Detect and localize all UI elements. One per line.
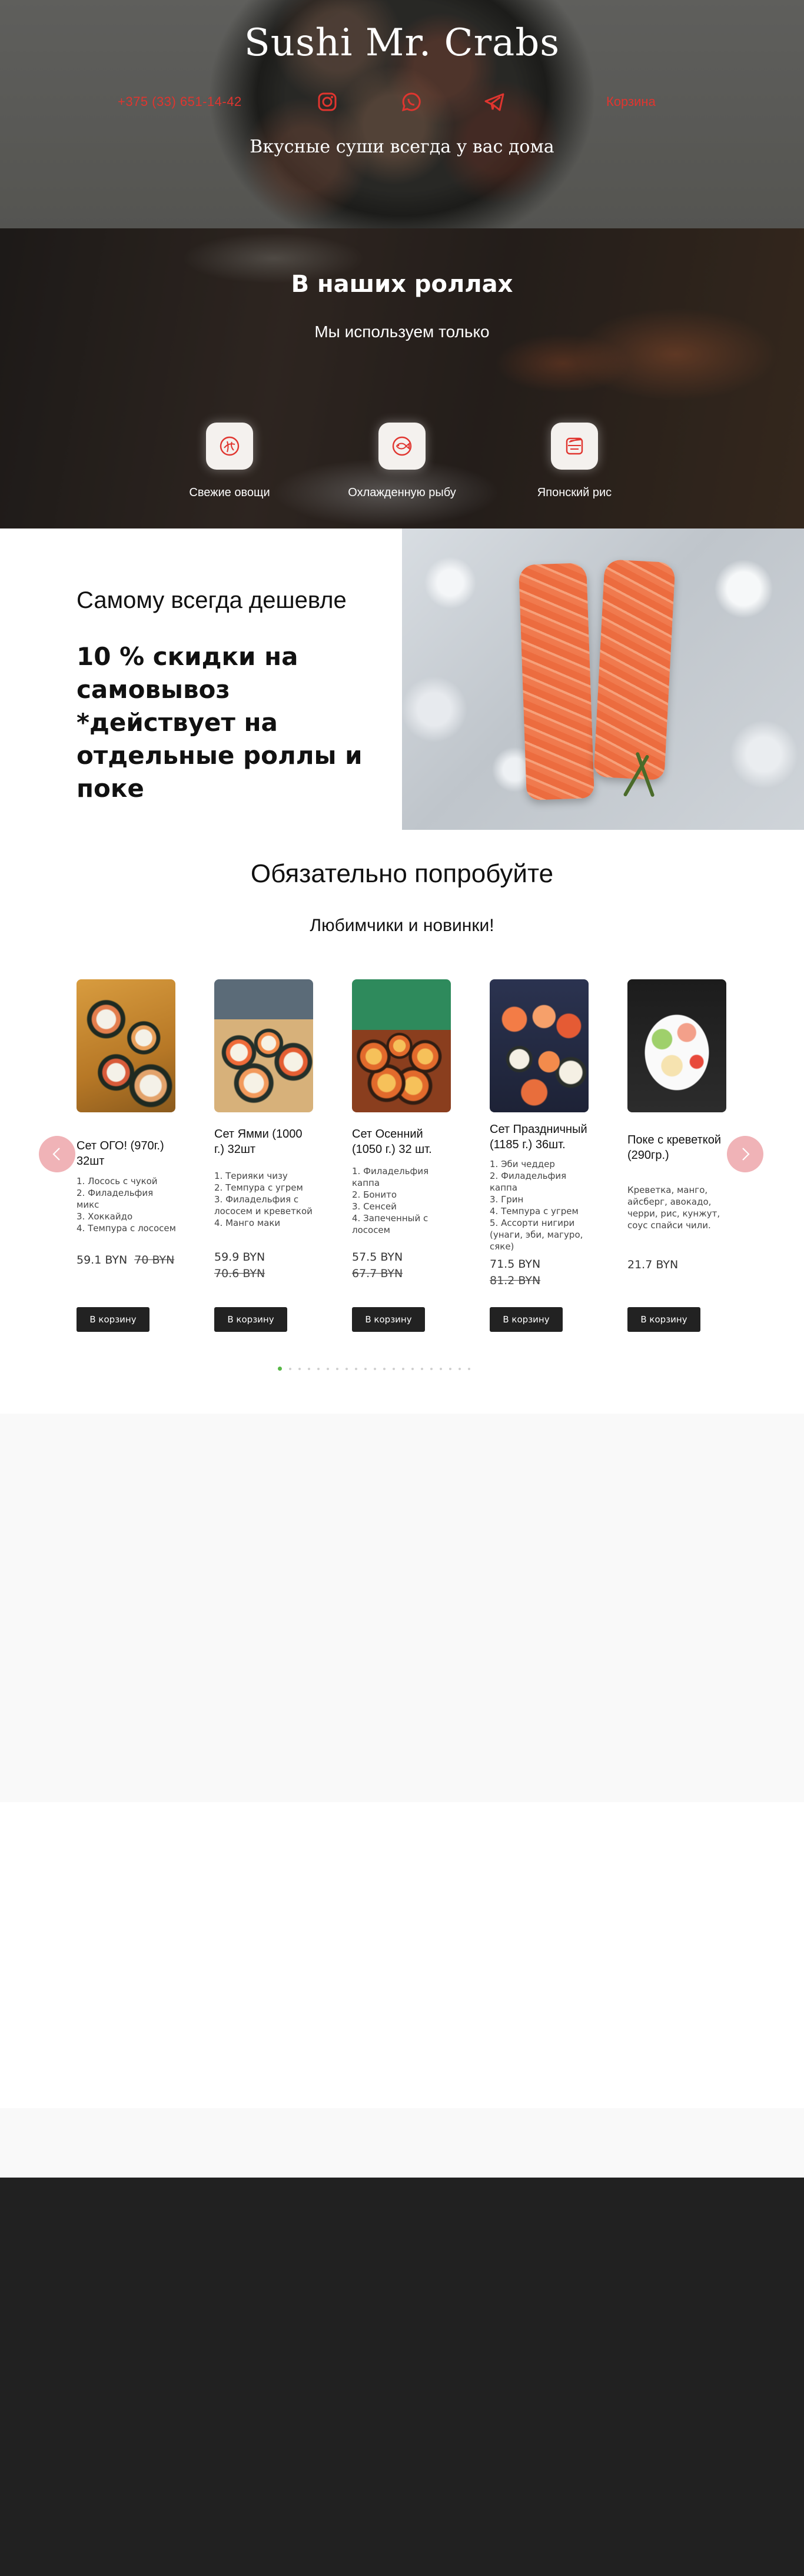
promo-title: Самому всегда дешевле: [77, 587, 347, 613]
product-name: Сет Праздничный (1185 г.) 36шт.: [490, 1123, 587, 1151]
feature-vegetables: Свежие овощи: [165, 423, 294, 500]
carousel-next-button[interactable]: [727, 1136, 763, 1172]
product-price: 59.1 BYN 70 BYN: [77, 1254, 174, 1267]
promo-section: Самому всегда дешевле 10 % скидки на сам…: [0, 529, 804, 830]
feature-label: Японский рис: [537, 486, 612, 499]
add-to-cart-button[interactable]: В корзину: [214, 1307, 287, 1332]
product-description: 1. Терияки чизу 2. Темпура с угрем 3. Фи…: [214, 1171, 313, 1228]
add-to-cart-button[interactable]: В корзину: [352, 1307, 425, 1332]
product-name: Сет Ямми (1000 г.) 32шт: [214, 1128, 303, 1156]
promo-text: 10 % скидки на самовывоз *действует на о…: [77, 642, 363, 803]
carousel-prev-button[interactable]: [39, 1136, 75, 1172]
telegram-icon[interactable]: [481, 88, 508, 115]
price-old: 67.7 BYN: [352, 1267, 403, 1280]
product-name: Сет Осенний (1050 г.) 32 шт.: [352, 1128, 432, 1156]
site-title: Sushi Mr. Crabs: [244, 21, 560, 65]
carousel-dot[interactable]: [298, 1367, 301, 1370]
product-image[interactable]: [77, 979, 175, 1112]
carousel-dot[interactable]: [383, 1367, 386, 1370]
product-name: Сет ОГО! (970г.) 32шт: [77, 1139, 164, 1168]
product-card[interactable]: Сет Праздничный (1185 г.) 36шт. 1. Эби ч…: [490, 979, 590, 1332]
salmon-photo: [402, 529, 804, 830]
carousel-dot[interactable]: [317, 1367, 320, 1370]
empty-section-white: [0, 1802, 804, 2108]
price-old: 81.2 BYN: [490, 1274, 541, 1287]
add-to-cart-button[interactable]: В корзину: [490, 1307, 563, 1332]
phone-link[interactable]: +375 (33) 651-14-42: [118, 94, 242, 109]
product-card[interactable]: Сет Осенний (1050 г.) 32 шт. 1. Филадель…: [352, 979, 452, 1332]
salmon-fillet: [593, 559, 676, 780]
carousel-dots: [278, 1367, 470, 1371]
product-name: Поке с креветкой (290гр.): [627, 1134, 721, 1162]
ingredients-section: В наших роллах Мы используем только Свеж…: [0, 228, 804, 529]
price-current: 21.7 BYN: [627, 1258, 679, 1271]
add-to-cart-button[interactable]: В корзину: [627, 1307, 700, 1332]
feature-label: Свежие овощи: [189, 486, 270, 499]
empty-section-gray-small: [0, 2108, 804, 2178]
carousel-dot[interactable]: [430, 1367, 433, 1370]
carousel-dot[interactable]: [411, 1367, 414, 1370]
product-description: 1. Эби чеддер 2. Филадельфия каппа 3. Гр…: [490, 1159, 583, 1252]
price-current: 59.1 BYN: [77, 1254, 128, 1267]
feature-label: Охлажденную рыбу: [348, 486, 456, 499]
product-description: 1. Филадельфия каппа 2. Бонито 3. Сенсей…: [352, 1166, 429, 1235]
carousel-dot[interactable]: [440, 1367, 442, 1370]
product-image[interactable]: [490, 979, 589, 1112]
price-old: 70 BYN: [134, 1254, 175, 1267]
product-price: 71.5 BYN 81.2 BYN: [490, 1256, 540, 1289]
price-current: 59.9 BYN: [214, 1251, 265, 1264]
cart-link[interactable]: Корзина: [606, 94, 656, 109]
footer: [0, 2178, 804, 2576]
product-price: 21.7 BYN: [627, 1258, 678, 1271]
carousel-dot[interactable]: [308, 1367, 310, 1370]
carousel-dot[interactable]: [364, 1367, 367, 1370]
carousel-dot[interactable]: [289, 1367, 291, 1370]
ingredients-subtitle: Мы используем только: [314, 323, 490, 341]
price-current: 71.5 BYN: [490, 1258, 541, 1271]
rice-bowl-icon: [551, 423, 598, 470]
product-description: Креветка, манго, айсберг, авокадо, черри…: [627, 1185, 720, 1231]
product-image[interactable]: [214, 979, 313, 1112]
empty-section-gray: [0, 1414, 804, 1802]
product-card[interactable]: Сет Ямми (1000 г.) 32шт 1. Терияки чизу …: [214, 979, 314, 1332]
carousel-dot[interactable]: [345, 1367, 348, 1370]
price-old: 70.6 BYN: [214, 1267, 265, 1280]
instagram-icon[interactable]: [314, 88, 341, 115]
carousel-dot[interactable]: [421, 1367, 423, 1370]
product-price: 59.9 BYN 70.6 BYN: [214, 1249, 265, 1282]
salmon-fillet: [519, 563, 594, 800]
product-description: 1. Лосось с чукой 2. Филадельфия микс 3.…: [77, 1176, 176, 1234]
carousel-dot[interactable]: [468, 1367, 470, 1370]
carousel-dot[interactable]: [278, 1367, 282, 1371]
add-to-cart-button[interactable]: В корзину: [77, 1307, 149, 1332]
featured-title: Обязательно попробуйте: [250, 859, 554, 888]
fish-icon: [378, 423, 426, 470]
hero-tagline: Вкусные суши всегда у вас дома: [250, 137, 554, 157]
chevron-left-icon: [52, 1148, 60, 1161]
chevron-right-icon: [742, 1148, 750, 1161]
product-image[interactable]: [352, 979, 451, 1112]
vegetables-icon: [206, 423, 253, 470]
product-image[interactable]: [627, 979, 726, 1112]
featured-subtitle: Любимчики и новинки!: [310, 916, 494, 935]
carousel-dot[interactable]: [355, 1367, 357, 1370]
carousel-dot[interactable]: [336, 1367, 338, 1370]
carousel-dot[interactable]: [327, 1367, 329, 1370]
carousel-dot[interactable]: [393, 1367, 395, 1370]
whatsapp-icon[interactable]: [398, 88, 425, 115]
carousel-dot[interactable]: [402, 1367, 404, 1370]
price-current: 57.5 BYN: [352, 1251, 403, 1264]
feature-rice: Японский рис: [510, 423, 639, 500]
product-card[interactable]: Сет ОГО! (970г.) 32шт 1. Лосось с чукой …: [77, 979, 177, 1332]
product-card[interactable]: Поке с креветкой (290гр.) Креветка, манг…: [627, 979, 727, 1332]
product-price: 57.5 BYN 67.7 BYN: [352, 1249, 403, 1282]
carousel-dot[interactable]: [459, 1367, 461, 1370]
ingredients-title: В наших роллах: [291, 271, 513, 298]
feature-fish: Охлажденную рыбу: [337, 423, 467, 500]
carousel-dot[interactable]: [374, 1367, 376, 1370]
hero-section: Sushi Mr. Crabs +375 (33) 651-14-42 Корз…: [0, 0, 804, 228]
carousel-dot[interactable]: [449, 1367, 451, 1370]
